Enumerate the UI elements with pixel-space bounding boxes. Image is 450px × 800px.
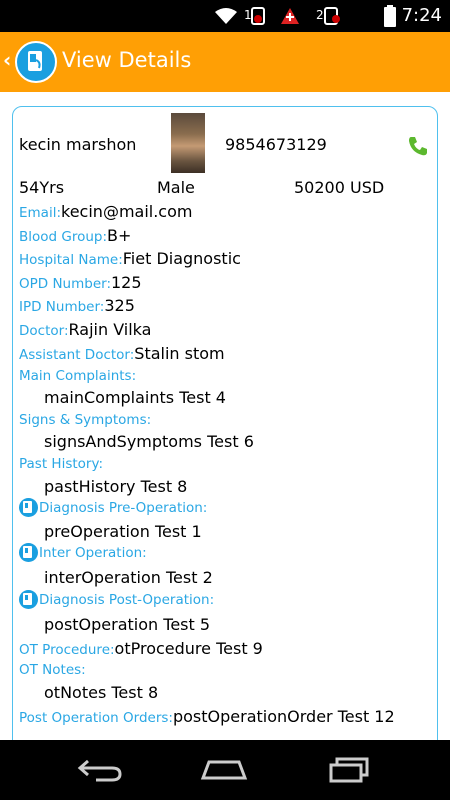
page-title: View Details xyxy=(62,48,192,72)
diagnosis-pre-operation-label: Diagnosis Pre-Operation: xyxy=(39,500,208,516)
assistant-doctor-value: Stalin stom xyxy=(134,344,225,363)
hospital-value: Fiet Diagnostic xyxy=(122,249,241,268)
ot-procedure-row: OT Procedure:otProcedure Test 9 xyxy=(19,639,263,658)
action-bar: ‹ View Details xyxy=(0,32,450,92)
document-icon[interactable] xyxy=(19,543,38,562)
email-label: Email: xyxy=(19,205,62,221)
assistant-doctor-row: Assistant Doctor:Stalin stom xyxy=(19,344,225,363)
home-nav-icon[interactable] xyxy=(199,758,249,782)
opd-value: 125 xyxy=(111,273,142,292)
patient-details-card: kecin marshon 9854673129 54Yrs Male 5020… xyxy=(12,106,438,766)
ipd-row: IPD Number:325 xyxy=(19,296,135,315)
wifi-icon xyxy=(215,8,237,24)
status-time: 7:24 xyxy=(401,5,442,26)
blood-group-value: B+ xyxy=(107,226,132,245)
back-chevron-icon[interactable]: ‹ xyxy=(3,48,11,72)
document-icon[interactable] xyxy=(19,498,38,517)
back-nav-icon[interactable] xyxy=(76,757,124,783)
doctor-value: Rajin Vilka xyxy=(68,320,152,339)
patient-name: kecin marshon xyxy=(19,135,137,154)
diagnosis-pre-operation-value: preOperation Test 1 xyxy=(44,522,202,541)
diagnosis-post-operation-value: postOperation Test 5 xyxy=(44,615,211,634)
ot-notes-value: otNotes Test 8 xyxy=(44,683,159,702)
inter-operation-value: interOperation Test 2 xyxy=(44,568,213,587)
main-complaints-label: Main Complaints: xyxy=(19,368,137,384)
patient-amount: 50200 USD xyxy=(294,178,385,197)
ipd-value: 325 xyxy=(104,296,135,315)
document-icon[interactable] xyxy=(19,590,38,609)
signs-symptoms-value: signsAndSymptoms Test 6 xyxy=(44,432,254,451)
assistant-doctor-label: Assistant Doctor: xyxy=(19,347,135,363)
signs-symptoms-label: Signs & Symptoms: xyxy=(19,412,152,428)
navigation-bar xyxy=(0,740,450,800)
past-history-value: pastHistory Test 8 xyxy=(44,477,188,496)
ot-notes-label: OT Notes: xyxy=(19,662,86,678)
app-logo-icon[interactable] xyxy=(15,41,57,83)
ot-procedure-label: OT Procedure: xyxy=(19,642,115,658)
email-value: kecin@mail.com xyxy=(61,202,193,221)
blood-group-row: Blood Group:B+ xyxy=(19,226,131,245)
ot-procedure-value: otProcedure Test 9 xyxy=(114,639,263,658)
opd-label: OPD Number: xyxy=(19,276,111,292)
recents-nav-icon[interactable] xyxy=(327,756,371,784)
blood-group-label: Blood Group: xyxy=(19,229,108,245)
hospital-label: Hospital Name: xyxy=(19,252,123,268)
main-complaints-value: mainComplaints Test 4 xyxy=(44,388,226,407)
doctor-label: Doctor: xyxy=(19,323,69,339)
ipd-label: IPD Number: xyxy=(19,299,105,315)
patient-gender: Male xyxy=(157,178,195,197)
sim1-label: 1 xyxy=(244,8,252,22)
phone-call-icon[interactable] xyxy=(407,135,429,157)
patient-age: 54Yrs xyxy=(19,178,65,197)
status-bar: 1 2 7:24 xyxy=(0,0,450,32)
diagnosis-post-operation-label: Diagnosis Post-Operation: xyxy=(39,592,215,608)
sim-icon xyxy=(324,7,340,25)
alert-icon xyxy=(281,8,299,24)
post-operation-orders-label: Post Operation Orders: xyxy=(19,710,173,726)
patient-phone: 9854673129 xyxy=(225,135,327,154)
inter-operation-label: Inter Operation: xyxy=(39,545,147,561)
doctor-row: Doctor:Rajin Vilka xyxy=(19,320,151,339)
battery-icon xyxy=(384,5,396,27)
post-operation-orders-value: postOperationOrder Test 12 xyxy=(172,707,395,726)
past-history-label: Past History: xyxy=(19,456,104,472)
email-row: Email:kecin@mail.com xyxy=(19,202,192,221)
opd-row: OPD Number:125 xyxy=(19,273,142,292)
patient-avatar xyxy=(171,113,205,173)
hospital-row: Hospital Name:Fiet Diagnostic xyxy=(19,249,241,268)
post-operation-orders-row: Post Operation Orders:postOperationOrder… xyxy=(19,707,395,726)
